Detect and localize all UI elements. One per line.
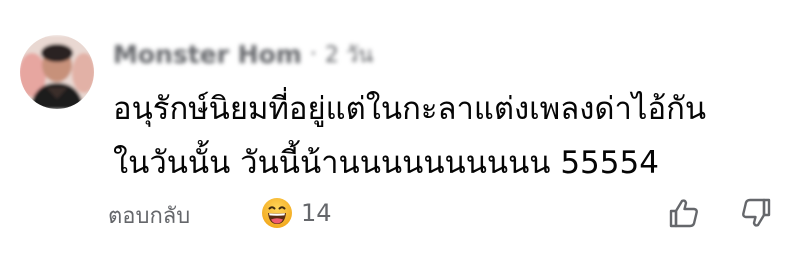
thumbs-down-button[interactable]: [739, 196, 773, 230]
separator-dot: ·: [309, 41, 317, 67]
haha-emoji-icon: [262, 198, 292, 228]
comment-text-line-1: อนุรักษ์นิยมที่อยู่แต่ในกะลาแต่งเพลงด่าไ…: [113, 91, 707, 127]
avatar-image: [20, 35, 94, 109]
reaction-summary[interactable]: 14: [261, 197, 332, 229]
comment-header: Monster Hom · 2 วัน: [113, 36, 373, 72]
thumbs-down-icon: [742, 198, 771, 227]
author-name[interactable]: Monster Hom: [113, 40, 302, 69]
comment-text-line-2: ในวันนั้น วันนี้น้านนนนนนนนนน 55554: [113, 145, 659, 181]
reaction-count: 14: [301, 199, 332, 227]
thumbs-up-icon: [669, 199, 698, 228]
comment-body: อนุรักษ์นิยมที่อยู่แต่ในกะลาแต่งเพลงด่าไ…: [113, 82, 773, 190]
reply-button[interactable]: ตอบกลับ: [108, 198, 190, 233]
thumbs-up-button[interactable]: [667, 196, 701, 230]
avatar[interactable]: [20, 35, 94, 109]
timestamp[interactable]: 2 วัน: [325, 37, 373, 72]
comment: Monster Hom · 2 วัน อนุรักษ์นิยมที่อยู่แ…: [0, 0, 800, 259]
